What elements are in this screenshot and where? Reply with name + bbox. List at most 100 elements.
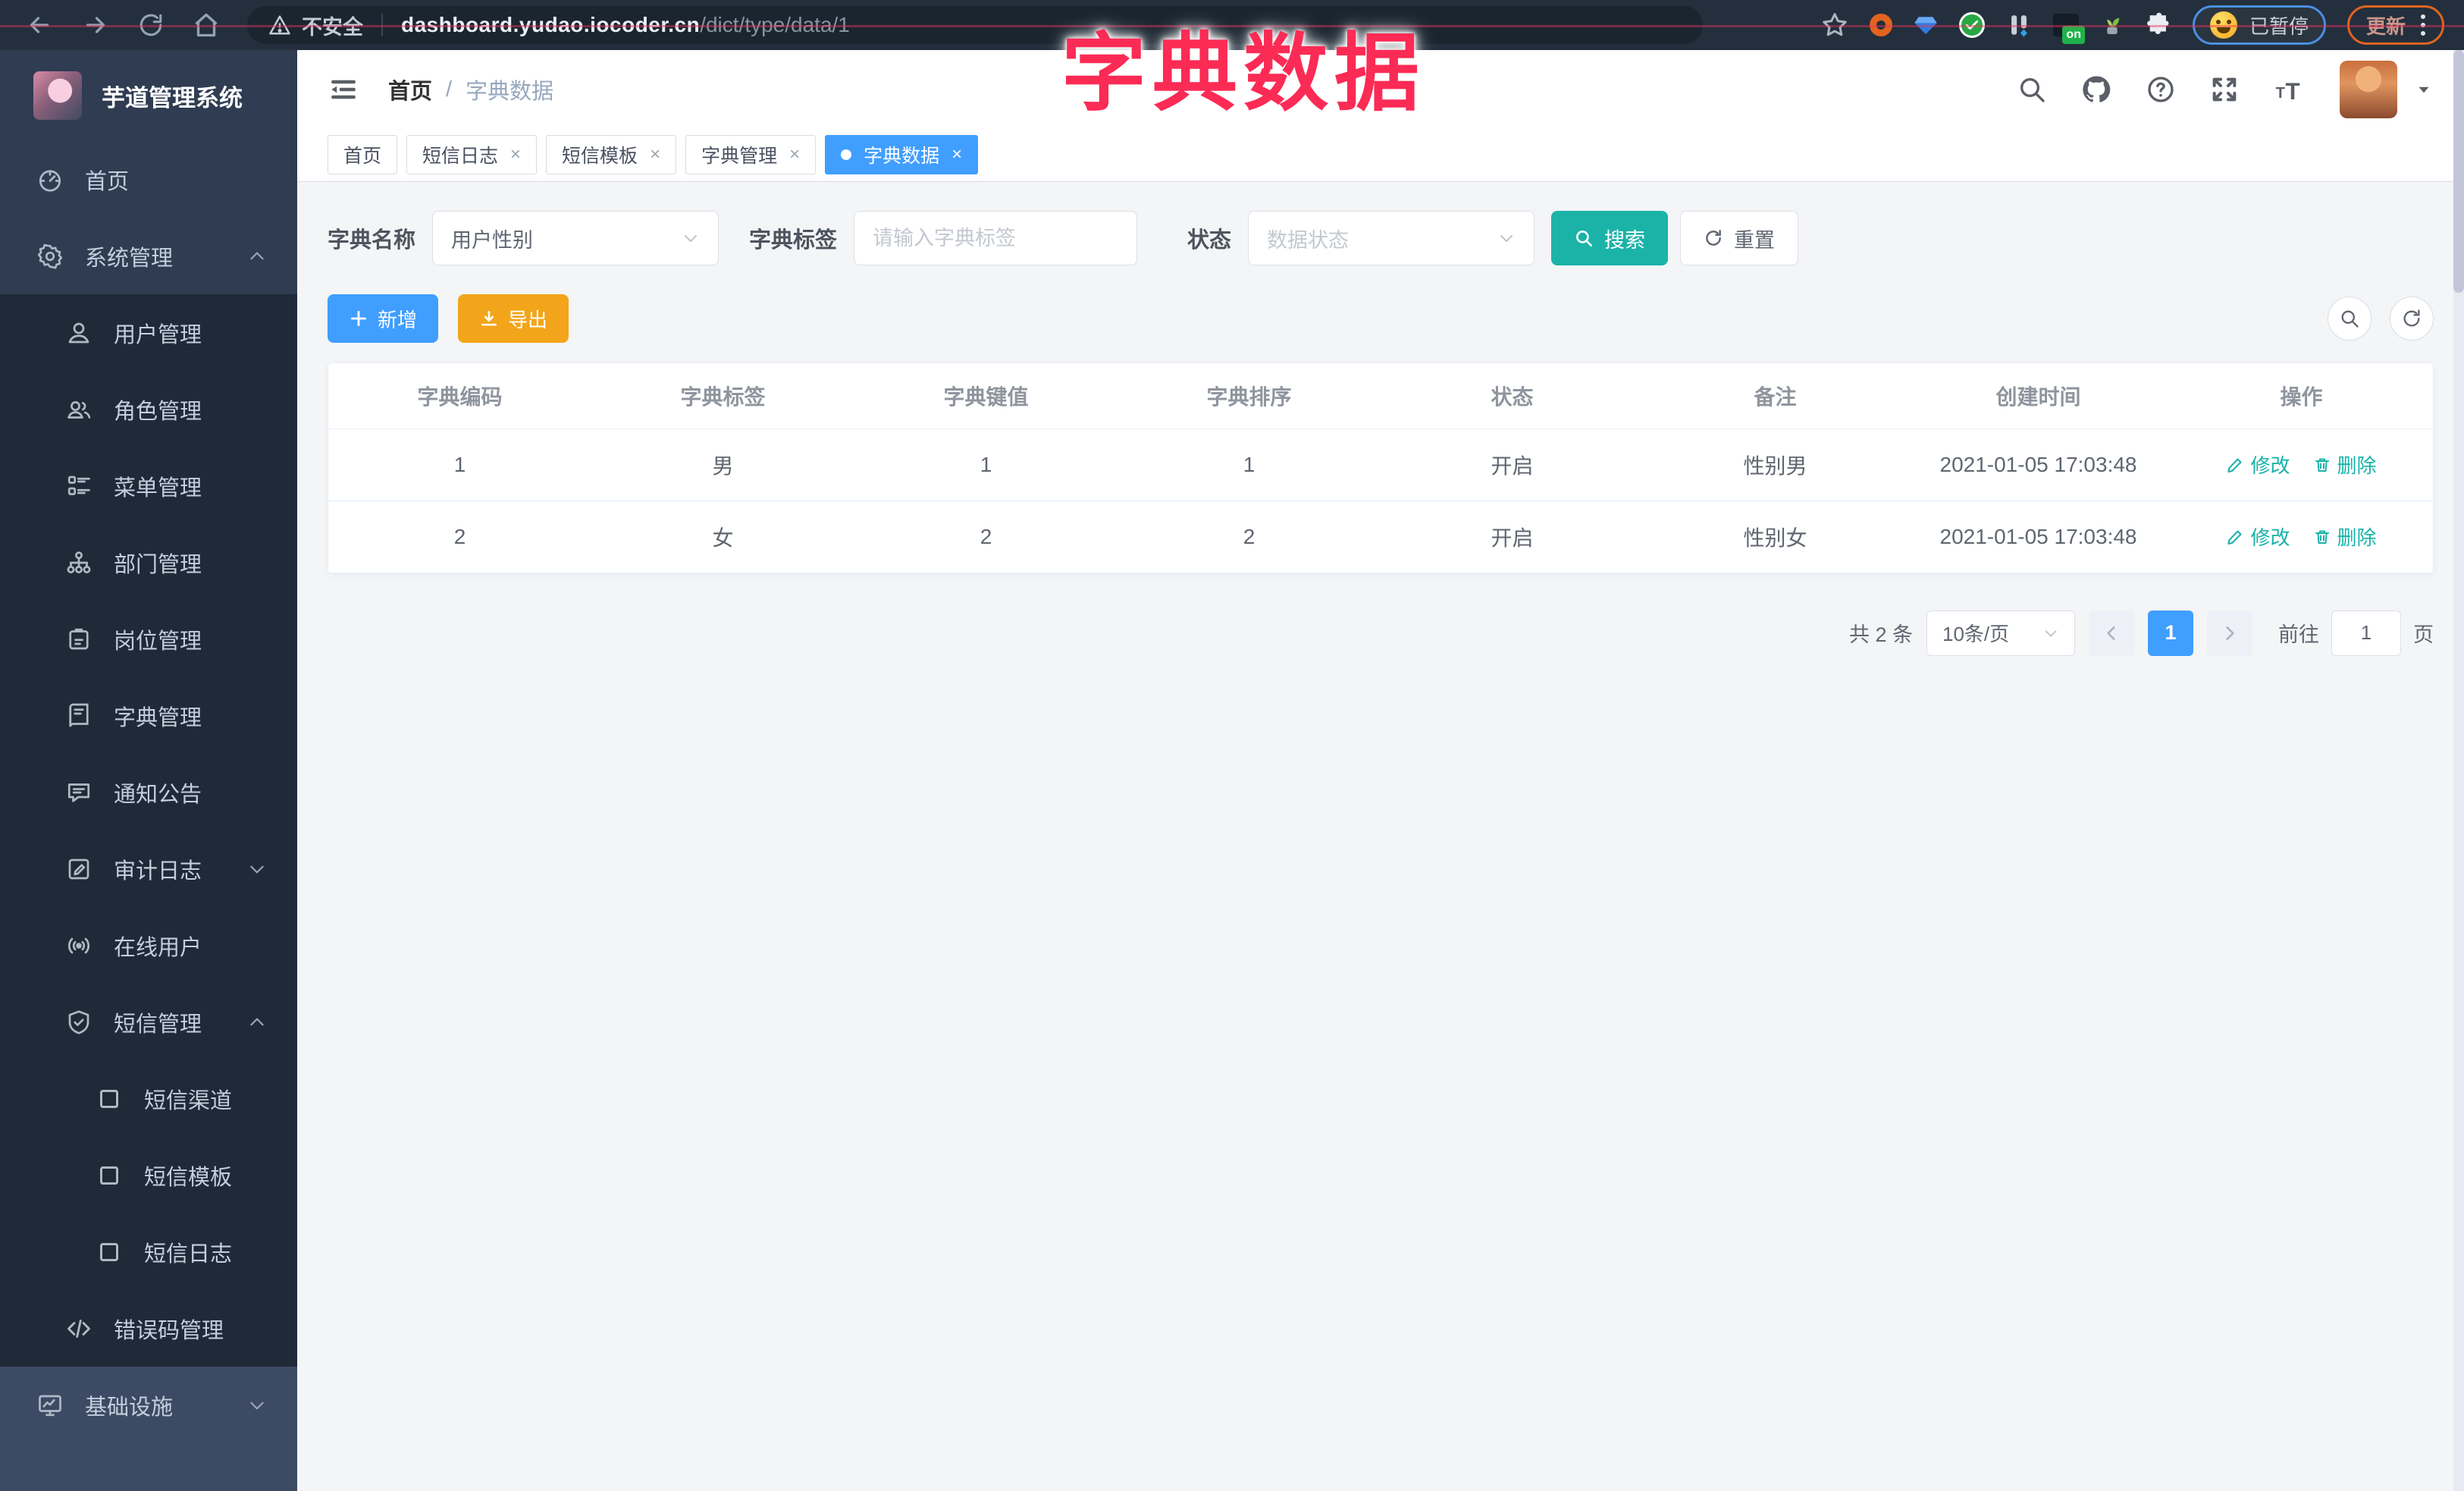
breadcrumb: 首页 / 字典数据: [388, 74, 553, 105]
edit-link[interactable]: 修改: [2226, 450, 2290, 479]
announcement-icon: [67, 783, 90, 802]
chevron-down-icon: [2042, 625, 2059, 642]
col-header: 字典键值: [854, 363, 1118, 429]
dict-name-select[interactable]: 用户性别: [432, 211, 719, 265]
sidebar-item-posts[interactable]: 岗位管理: [0, 601, 297, 677]
tab-dict-data[interactable]: 字典数据 ×: [825, 135, 979, 174]
header-search-icon[interactable]: [2017, 74, 2047, 105]
audit-log-icon: [68, 859, 89, 879]
chevron-down-icon: [247, 859, 267, 879]
sidebar-toggle-icon[interactable]: [328, 74, 359, 105]
dict-name-label: 字典名称: [328, 228, 416, 253]
dashboard-icon: [39, 169, 61, 192]
org-tree-icon: [67, 551, 91, 573]
tab-sms-log[interactable]: 短信日志 ×: [406, 135, 538, 174]
shield-check-icon: [68, 1009, 89, 1034]
col-header: 状态: [1381, 363, 1644, 429]
active-dot-icon: [841, 149, 852, 160]
sidebar-item-home[interactable]: 首页: [0, 141, 297, 218]
scrollbar-thumb[interactable]: [2453, 50, 2464, 293]
sidebar-item-audit-log[interactable]: 审计日志: [0, 830, 297, 907]
chevron-left-icon: [2107, 626, 2115, 640]
sidebar-item-sms-channel[interactable]: 短信渠道: [0, 1060, 297, 1137]
tab-sms-template[interactable]: 短信模板 ×: [546, 135, 677, 174]
table-row[interactable]: 2 女 2 2 开启 性别女 2021-01-05 17:03:48 修改 删除: [328, 501, 2433, 573]
book-icon: [69, 703, 89, 727]
table-row[interactable]: 1 男 1 1 开启 性别男 2021-01-05 17:03:48 修改 删除: [328, 428, 2433, 501]
close-icon[interactable]: ×: [510, 146, 521, 164]
delete-link[interactable]: 删除: [2313, 450, 2377, 479]
app-logo: [33, 71, 82, 120]
sidebar-item-sms[interactable]: 短信管理: [0, 984, 297, 1060]
square-icon: [100, 1242, 118, 1261]
sidebar-item-roles[interactable]: 角色管理: [0, 371, 297, 447]
system-submenu: 用户管理 角色管理 菜单管理 部门管理 岗位管理 字典管理 通知公告 审计日志: [0, 294, 297, 1367]
badge-icon: [69, 628, 89, 649]
tab-dict-manage[interactable]: 字典管理 ×: [685, 135, 817, 174]
page-number-button[interactable]: 1: [2148, 610, 2193, 656]
square-icon: [100, 1089, 118, 1108]
dict-tag-input[interactable]: [873, 226, 1119, 250]
col-header: 备注: [1644, 363, 1907, 429]
search-icon: [1576, 231, 1593, 247]
user-menu-caret-icon[interactable]: [2414, 80, 2434, 99]
chevron-up-icon: [247, 1012, 267, 1032]
sidebar-item-notice[interactable]: 通知公告: [0, 754, 297, 830]
sidebar-item-users[interactable]: 用户管理: [0, 294, 297, 371]
tab-home[interactable]: 首页: [328, 135, 398, 174]
svg-text:T: T: [2276, 85, 2286, 102]
search-icon: [2341, 310, 2359, 328]
scrollbar[interactable]: [2453, 50, 2464, 1491]
export-button[interactable]: 导出: [458, 294, 569, 343]
app-logo-row[interactable]: 芋道管理系统: [0, 50, 297, 141]
delete-link[interactable]: 删除: [2313, 523, 2377, 551]
breadcrumb-home[interactable]: 首页: [388, 74, 432, 105]
search-button[interactable]: 搜索: [1551, 211, 1669, 265]
close-icon[interactable]: ×: [951, 146, 962, 164]
chevron-right-icon: [2226, 626, 2234, 640]
close-icon[interactable]: ×: [789, 146, 800, 164]
sidebar-item-sms-template[interactable]: 短信模板: [0, 1137, 297, 1213]
next-page-button[interactable]: [2207, 610, 2252, 656]
goto-page-input[interactable]: [2331, 610, 2401, 656]
menu-list-icon: [67, 476, 90, 495]
page-body: 字典名称 用户性别 字典标签 状态 数据状态 搜索: [297, 182, 2464, 656]
online-signal-icon: [68, 937, 89, 953]
square-icon: [100, 1166, 118, 1185]
fullscreen-icon[interactable]: [2209, 74, 2240, 105]
sidebar-item-sms-log[interactable]: 短信日志: [0, 1213, 297, 1290]
app-title: 芋道管理系统: [102, 84, 243, 111]
page-size-select[interactable]: 10条/页: [1926, 610, 2075, 656]
pagination-total: 共 2 条: [1848, 623, 1913, 646]
sidebar-item-error-code[interactable]: 错误码管理: [0, 1290, 297, 1367]
dict-tag-label: 字典标签: [749, 228, 838, 253]
refresh-table-button[interactable]: [2390, 297, 2434, 341]
reset-button[interactable]: 重置: [1680, 211, 1799, 265]
sidebar-item-online-users[interactable]: 在线用户: [0, 907, 297, 984]
font-size-icon[interactable]: TT: [2273, 73, 2306, 106]
col-header: 字典标签: [591, 363, 854, 429]
table-toolbar: 新增 导出: [328, 294, 2434, 343]
sidebar-item-infrastructure[interactable]: 基础设施: [0, 1367, 297, 1443]
help-icon[interactable]: [2146, 74, 2176, 105]
edit-icon: [2227, 458, 2242, 472]
sidebar-item-menus[interactable]: 菜单管理: [0, 447, 297, 524]
tags-view-bar: 首页 短信日志 × 短信模板 × 字典管理 × 字典数据 ×: [297, 129, 2464, 182]
goto-label: 前往: [2278, 623, 2319, 646]
sidebar-item-departments[interactable]: 部门管理: [0, 524, 297, 601]
add-button[interactable]: 新增: [328, 294, 439, 343]
status-select[interactable]: 数据状态: [1248, 211, 1535, 265]
sidebar-item-system[interactable]: 系统管理: [0, 218, 297, 294]
show-search-toggle-button[interactable]: [2328, 297, 2372, 341]
prev-page-button[interactable]: [2089, 610, 2134, 656]
annotation-title: 字典数据: [1061, 26, 1425, 121]
chevron-down-icon: [1497, 229, 1516, 247]
close-icon[interactable]: ×: [650, 146, 660, 164]
sidebar-item-dict[interactable]: 字典管理: [0, 677, 297, 754]
monitor-icon: [39, 1395, 61, 1416]
chevron-down-icon: [682, 229, 700, 247]
user-avatar[interactable]: [2340, 61, 2397, 118]
github-icon[interactable]: [2080, 74, 2112, 105]
edit-link[interactable]: 修改: [2226, 523, 2290, 551]
filter-form: 字典名称 用户性别 字典标签 状态 数据状态 搜索: [328, 211, 2434, 265]
